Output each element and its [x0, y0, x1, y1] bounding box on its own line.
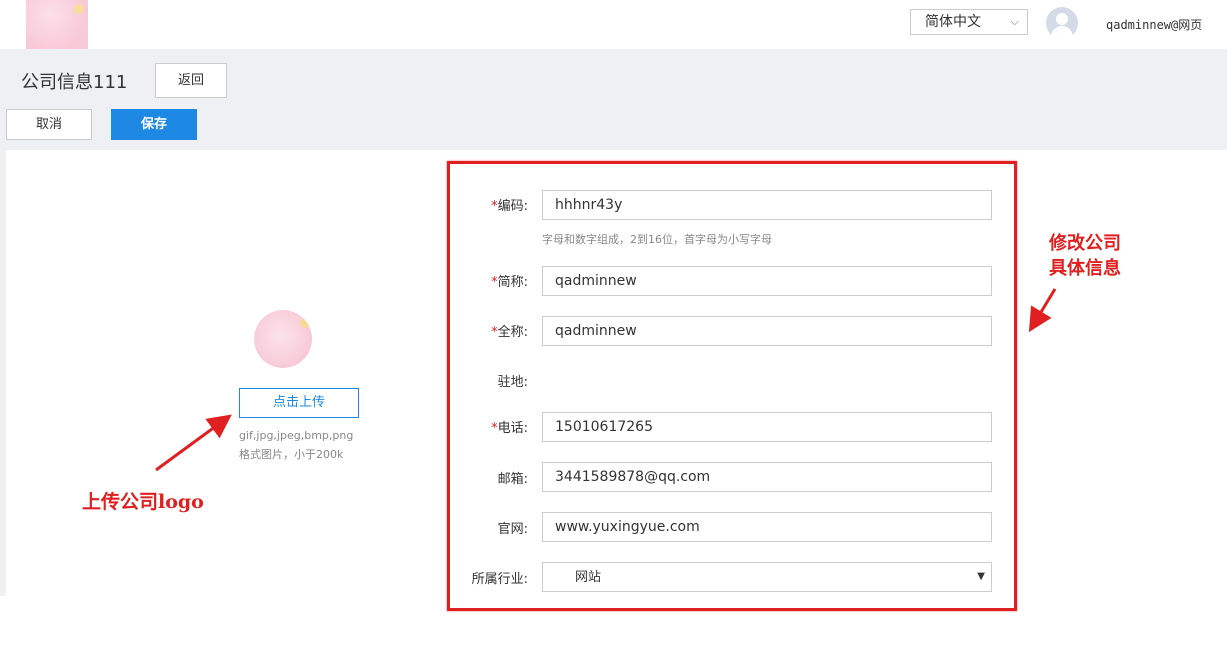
annotation-arrows — [155, 288, 1057, 472]
arrow-to-upload — [155, 414, 232, 472]
arrow-to-form — [1028, 288, 1057, 333]
